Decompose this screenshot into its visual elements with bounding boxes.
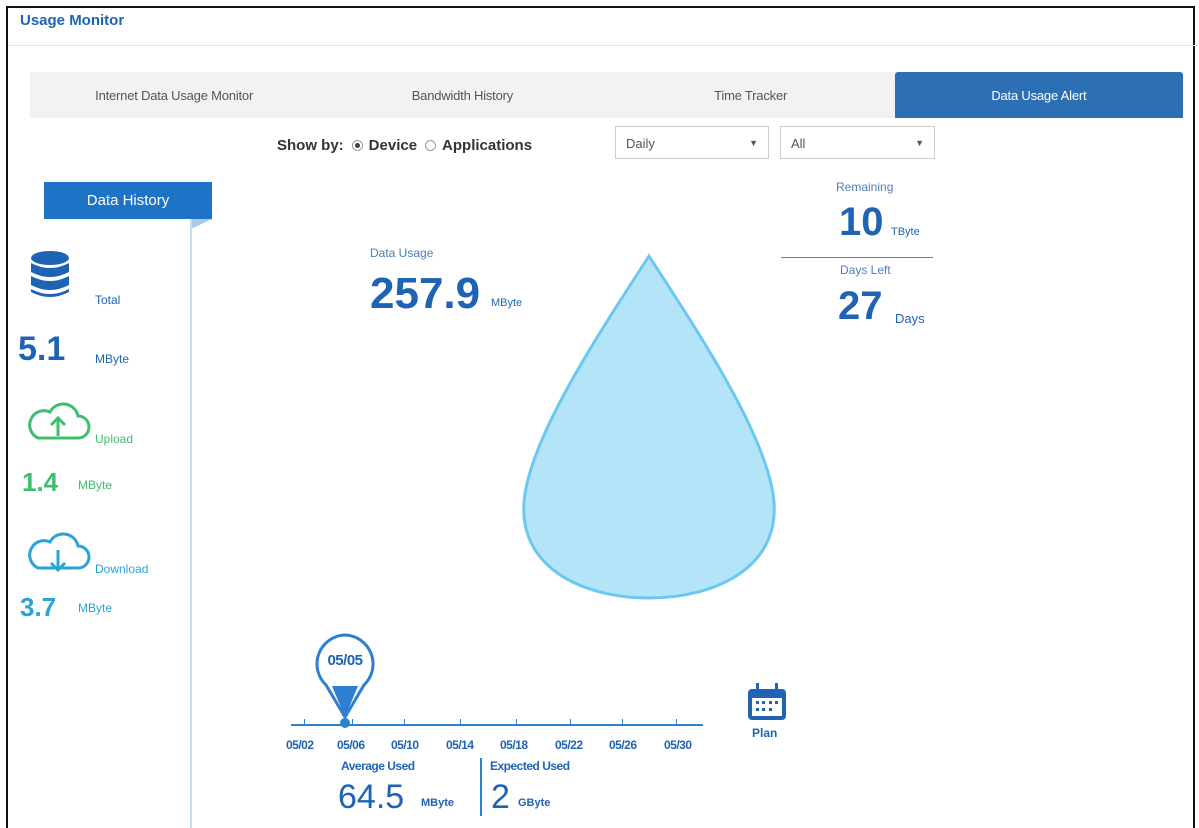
remaining-divider [781, 257, 933, 258]
average-used-unit: MByte [421, 797, 455, 809]
tab-time-tracker[interactable]: Time Tracker [607, 72, 895, 118]
remaining-value: 10 [839, 200, 884, 244]
date-marker-pin[interactable] [312, 632, 378, 732]
timeline-tick [304, 719, 305, 725]
scope-select-value: All [791, 136, 806, 151]
timeline-tick [570, 719, 571, 725]
days-left-label: Days Left [840, 263, 891, 277]
timeline-date: 05/02 [286, 738, 314, 752]
remaining-label: Remaining [836, 180, 894, 194]
expected-used-value: 2 [491, 778, 510, 816]
timeline-tick [352, 719, 353, 725]
timeline-tick [404, 719, 405, 725]
timeline-date: 05/30 [664, 738, 692, 752]
applications-radio[interactable] [425, 139, 437, 151]
date-marker-label: 05/05 [327, 652, 363, 669]
period-select-value: Daily [626, 136, 655, 151]
total-unit: MByte [95, 352, 130, 366]
data-history-tab[interactable]: Data History [44, 182, 212, 219]
title-divider [8, 45, 1199, 46]
show-by-filter: Show by: Device Applications [277, 131, 532, 159]
applications-radio-label[interactable]: Applications [442, 137, 532, 154]
sidebar-divider [190, 219, 192, 828]
remaining-unit: TByte [891, 226, 920, 238]
data-usage-value: 257.9 [370, 269, 481, 318]
total-label: Total [95, 293, 121, 307]
chevron-down-icon: ▼ [749, 138, 758, 148]
timeline-tick [676, 719, 677, 725]
timeline-tick [516, 719, 517, 725]
device-radio[interactable] [351, 139, 363, 151]
timeline-tick [622, 719, 623, 725]
footer-divider [480, 758, 482, 816]
plan-label[interactable]: Plan [752, 726, 777, 740]
database-icon [31, 251, 69, 297]
days-left-value: 27 [838, 284, 883, 328]
scope-select[interactable]: All ▼ [780, 126, 935, 159]
show-by-label: Show by: [277, 136, 344, 154]
period-select[interactable]: Daily ▼ [615, 126, 769, 159]
cloud-upload-icon [28, 402, 91, 440]
water-drop-gauge [522, 253, 776, 600]
calendar-icon[interactable] [745, 682, 789, 722]
tab-data-usage-alert[interactable]: Data Usage Alert [894, 72, 1183, 118]
timeline-date: 05/06 [337, 738, 365, 752]
device-radio-label[interactable]: Device [369, 137, 417, 154]
average-used-label: Average Used [341, 759, 415, 773]
expected-used-label: Expected Used [490, 759, 570, 773]
total-value: 5.1 [18, 330, 66, 368]
average-used-value: 64.5 [338, 778, 405, 816]
download-label: Download [95, 562, 149, 576]
upload-label: Upload [95, 432, 134, 446]
data-usage-label: Data Usage [370, 246, 434, 260]
timeline-date: 05/18 [500, 738, 528, 752]
download-unit: MByte [78, 601, 113, 615]
expected-used-unit: GByte [518, 797, 551, 809]
timeline-date: 05/22 [555, 738, 583, 752]
tab-internet-data-usage-monitor[interactable]: Internet Data Usage Monitor [30, 72, 318, 118]
page-title: Usage Monitor [20, 12, 125, 29]
tab-bar: Internet Data Usage Monitor Bandwidth Hi… [30, 72, 1183, 118]
timeline-date: 05/14 [446, 738, 474, 752]
timeline-tick [460, 719, 461, 725]
timeline-date: 05/26 [609, 738, 637, 752]
timeline-date: 05/10 [391, 738, 419, 752]
download-value: 3.7 [20, 592, 57, 622]
upload-unit: MByte [78, 478, 113, 492]
tab-flag [191, 219, 212, 229]
tab-bandwidth-history[interactable]: Bandwidth History [318, 72, 606, 118]
chevron-down-icon: ▼ [915, 138, 924, 148]
upload-value: 1.4 [22, 467, 59, 497]
days-left-unit: Days [895, 311, 925, 326]
cloud-download-icon [28, 532, 91, 573]
